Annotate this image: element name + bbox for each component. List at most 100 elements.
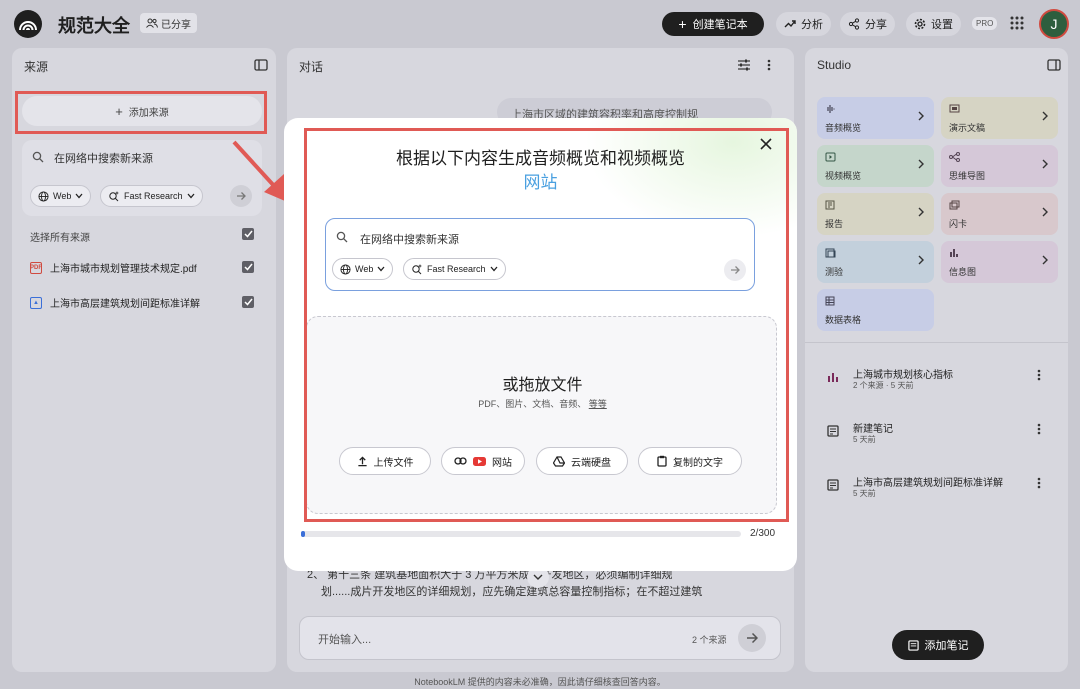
trending-icon <box>784 20 796 28</box>
add-source-highlight <box>15 91 267 134</box>
note-icon <box>827 425 839 437</box>
image-icon: ▲ <box>30 296 42 309</box>
progress-fill <box>301 531 305 537</box>
audio-waveform-icon <box>827 105 835 113</box>
notebooklm-logo-icon[interactable] <box>14 10 42 38</box>
sparkle-search-icon <box>109 191 119 202</box>
settings-label: 设置 <box>931 19 953 31</box>
source-checkbox[interactable] <box>242 296 254 308</box>
more-vert-icon[interactable] <box>1037 477 1041 489</box>
studio-panel: Studio 音频概览 演示文稿 视频概览 思维导图 报告 闪卡 测验 信息图 … <box>805 48 1068 672</box>
settings-button[interactable]: 设置 <box>906 12 961 36</box>
studio-tile-label: 演示文稿 <box>949 123 986 133</box>
studio-tile-audio[interactable]: 音频概览 <box>817 97 934 139</box>
divider <box>805 342 1068 343</box>
share-button[interactable]: 分享 <box>840 12 895 36</box>
note-item[interactable]: 新建笔记 5 天前 <box>815 420 1045 450</box>
note-icon <box>827 479 839 491</box>
select-all-label: 选择所有来源 <box>30 233 90 244</box>
chart-icon <box>828 373 838 382</box>
check-icon <box>243 263 253 271</box>
plus-icon: + <box>678 16 687 32</box>
chevron-down-icon <box>533 574 543 580</box>
chevron-down-icon <box>187 193 195 199</box>
collapse-panel-icon[interactable] <box>254 58 268 76</box>
note-item[interactable]: 上海城市规划核心指标 2 个来源 · 5 天前 <box>815 366 1045 396</box>
apps-grid-icon[interactable] <box>1010 16 1024 35</box>
people-icon <box>146 18 158 28</box>
source-item[interactable]: ▲ 上海市高层建筑规划间距标准详解 <box>30 295 200 310</box>
more-vert-icon[interactable] <box>1037 369 1041 381</box>
more-vert-icon[interactable] <box>1037 423 1041 435</box>
note-title: 新建笔记 <box>853 424 893 435</box>
globe-icon <box>38 190 49 202</box>
footer-disclaimer: NotebookLM 提供的内容未必准确，因此请仔细核查回答内容。 <box>414 677 666 687</box>
note-title: 上海市高层建筑规划间距标准详解 <box>853 478 1003 489</box>
chat-input-placeholder[interactable]: 开始输入... <box>318 631 371 647</box>
add-note-button[interactable]: 添加笔记 <box>892 630 984 660</box>
share-icon <box>848 18 860 30</box>
note-title: 上海城市规划核心指标 <box>853 370 953 381</box>
send-button[interactable] <box>738 624 766 652</box>
studio-tile-label: 视频概览 <box>825 171 862 181</box>
note-meta: 5 天前 <box>853 489 876 498</box>
add-note-label: 添加笔记 <box>924 640 969 652</box>
source-item[interactable]: PDF 上海市城市规划管理技术规定.pdf <box>30 260 197 275</box>
chevron-right-icon <box>918 111 924 121</box>
studio-tile-label: 数据表格 <box>825 315 862 325</box>
chat-header: 对话 <box>299 60 324 74</box>
pro-badge: PRO <box>972 17 998 30</box>
chat-input-box[interactable]: 开始输入... 2 个来源 <box>299 616 781 660</box>
studio-tile-label: 测验 <box>825 267 844 277</box>
web-chip-label: Web <box>53 191 72 201</box>
note-add-icon <box>907 639 919 651</box>
collapse-panel-icon[interactable] <box>1047 58 1061 76</box>
notebook-title[interactable]: 规范大全 <box>58 12 130 38</box>
studio-tile-report[interactable]: 报告 <box>817 193 934 235</box>
create-notebook-button[interactable]: + 创建笔记本 <box>662 12 764 36</box>
studio-tile-mindmap[interactable]: 思维导图 <box>941 145 1058 187</box>
pdf-icon: PDF <box>30 261 42 274</box>
check-icon <box>243 298 253 306</box>
tune-icon[interactable] <box>737 58 751 76</box>
fast-research-chip[interactable]: Fast Research <box>100 185 203 207</box>
source-search-input[interactable]: 在网络中搜索新来源 <box>54 150 153 166</box>
studio-tile-datatable[interactable]: 数据表格 <box>817 289 934 331</box>
chevron-right-icon <box>918 159 924 169</box>
sources-header: 来源 <box>24 60 49 74</box>
analyze-label: 分析 <box>801 19 823 31</box>
note-meta: 2 个来源 · 5 天前 <box>853 381 914 390</box>
more-vert-icon[interactable] <box>767 58 771 76</box>
analyze-button[interactable]: 分析 <box>776 12 831 36</box>
dialog-highlight <box>304 128 789 522</box>
bar-chart-icon <box>950 249 958 257</box>
studio-tile-flashcards[interactable]: 闪卡 <box>941 193 1058 235</box>
source-checkbox[interactable] <box>242 261 254 273</box>
studio-tile-label: 报告 <box>825 219 844 229</box>
create-notebook-label: 创建笔记本 <box>692 19 748 31</box>
source-limit-count: 2/300 <box>750 528 776 539</box>
note-meta: 5 天前 <box>853 435 876 444</box>
studio-tile-infographic[interactable]: 信息图 <box>941 241 1058 283</box>
chevron-right-icon <box>1042 255 1048 265</box>
studio-tile-quiz[interactable]: 测验 <box>817 241 934 283</box>
studio-tile-label: 信息图 <box>949 267 977 277</box>
select-all-checkbox[interactable] <box>242 228 254 240</box>
studio-tile-video[interactable]: 视频概览 <box>817 145 934 187</box>
chevron-right-icon <box>1042 159 1048 169</box>
note-item[interactable]: 上海市高层建筑规划间距标准详解 5 天前 <box>815 474 1045 504</box>
source-item-label: 上海市城市规划管理技术规定.pdf <box>50 264 197 275</box>
shared-chip[interactable]: 已分享 <box>140 13 197 33</box>
source-count: 2 个来源 <box>692 635 727 645</box>
studio-tile-slides[interactable]: 演示文稿 <box>941 97 1058 139</box>
quiz-icon <box>825 248 836 258</box>
shared-label: 已分享 <box>161 19 191 31</box>
source-limit-progress <box>301 531 741 537</box>
chevron-right-icon <box>918 207 924 217</box>
slides-icon <box>949 104 960 113</box>
table-icon <box>825 296 835 306</box>
chevron-right-icon <box>918 255 924 265</box>
share-label: 分享 <box>865 19 887 31</box>
user-avatar[interactable]: J <box>1039 9 1069 39</box>
web-chip[interactable]: Web <box>30 185 92 207</box>
